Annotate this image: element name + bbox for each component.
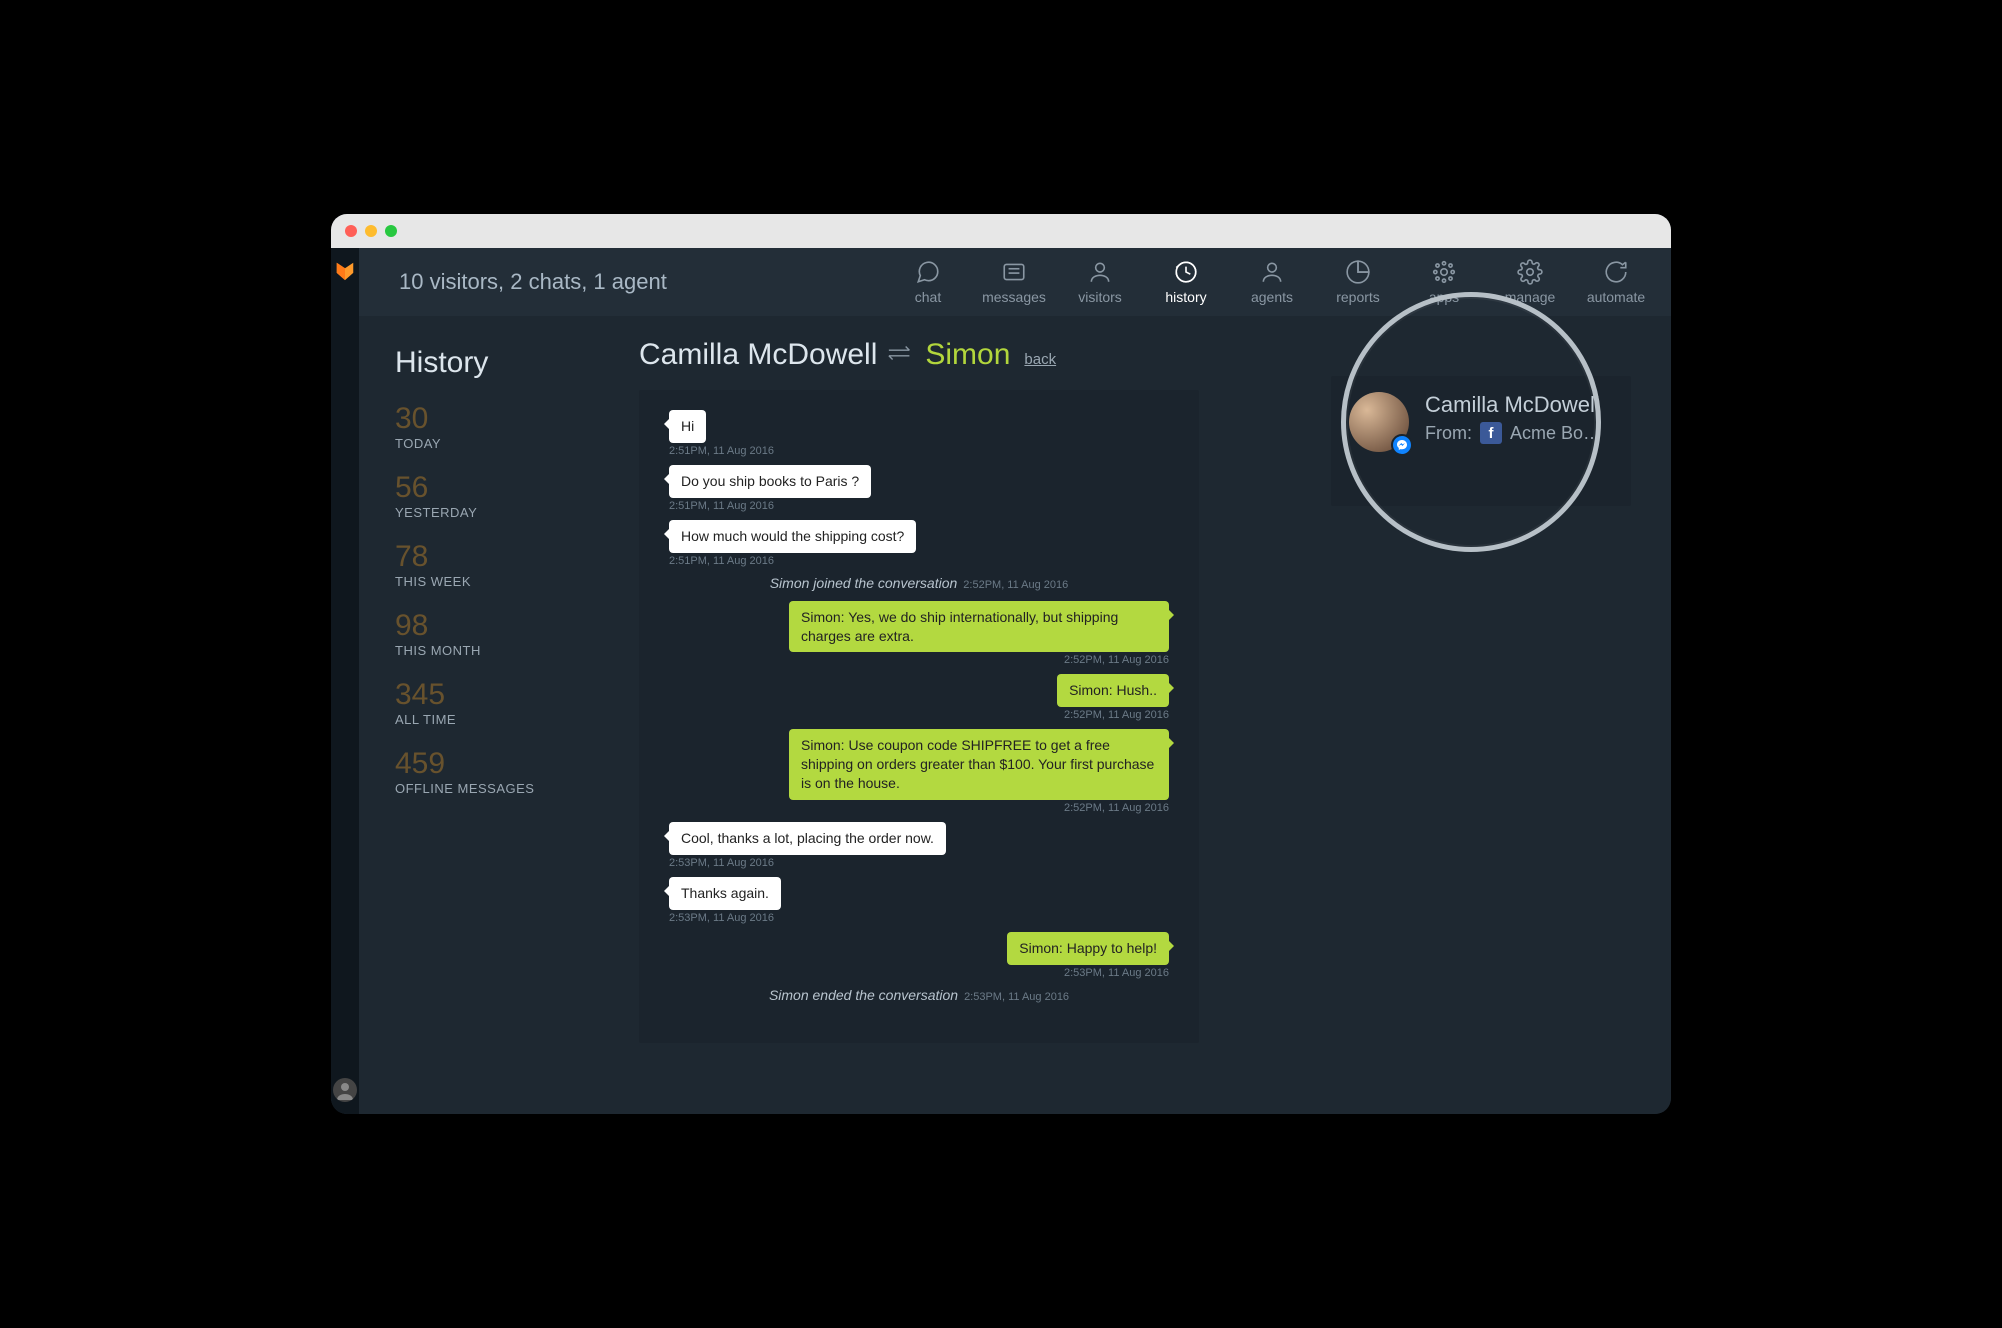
chat-icon bbox=[915, 259, 941, 285]
agent-message: Simon: Happy to help! 2:53PM, 11 Aug 2016 bbox=[669, 932, 1169, 979]
nav-label: automate bbox=[1587, 289, 1645, 305]
message-timestamp: 2:53PM, 11 Aug 2016 bbox=[669, 967, 1169, 979]
back-link[interactable]: back bbox=[1024, 351, 1056, 368]
message-bubble: Simon: Happy to help! bbox=[1007, 932, 1169, 965]
message-bubble: Simon: Yes, we do ship internationally, … bbox=[789, 601, 1169, 653]
stat-all-time[interactable]: 345 ALL TIME bbox=[395, 680, 609, 727]
stat-number: 459 bbox=[395, 749, 609, 779]
message-bubble: Simon: Use coupon code SHIPFREE to get a… bbox=[789, 729, 1169, 800]
swap-icon bbox=[887, 344, 915, 367]
stat-yesterday[interactable]: 56 YESTERDAY bbox=[395, 473, 609, 520]
facebook-icon: f bbox=[1480, 422, 1502, 444]
app-logo-icon[interactable] bbox=[334, 260, 356, 282]
nav-label: apps bbox=[1429, 289, 1459, 305]
nav-manage[interactable]: manage bbox=[1491, 259, 1569, 305]
history-icon bbox=[1173, 259, 1199, 285]
window-max-dot[interactable] bbox=[385, 225, 397, 237]
stat-label: TODAY bbox=[395, 436, 609, 451]
stat-number: 78 bbox=[395, 542, 609, 572]
nav-label: manage bbox=[1505, 289, 1556, 305]
stat-label: ALL TIME bbox=[395, 712, 609, 727]
visitor-card-source: Acme Book S… bbox=[1510, 423, 1610, 444]
visitor-message: Thanks again. 2:53PM, 11 Aug 2016 bbox=[669, 877, 1169, 924]
visitor-message: Hi 2:51PM, 11 Aug 2016 bbox=[669, 410, 1169, 457]
messenger-badge-icon bbox=[1391, 434, 1413, 456]
stat-number: 98 bbox=[395, 611, 609, 641]
message-timestamp: 2:53PM, 11 Aug 2016 bbox=[669, 857, 1169, 869]
visitor-message: How much would the shipping cost? 2:51PM,… bbox=[669, 520, 1169, 567]
stat-this-month[interactable]: 98 THIS MONTH bbox=[395, 611, 609, 658]
message-timestamp: 2:51PM, 11 Aug 2016 bbox=[669, 555, 1169, 567]
agent-message: Simon: Use coupon code SHIPFREE to get a… bbox=[669, 729, 1169, 814]
visitor-card[interactable]: Camilla McDowell From: f Acme Book S… bbox=[1331, 376, 1631, 506]
window-close-dot[interactable] bbox=[345, 225, 357, 237]
agents-icon bbox=[1259, 259, 1285, 285]
message-timestamp: 2:51PM, 11 Aug 2016 bbox=[669, 500, 1169, 512]
manage-icon bbox=[1517, 259, 1543, 285]
message-bubble: Simon: Hush.. bbox=[1057, 674, 1169, 707]
message-bubble: Do you ship books to Paris ? bbox=[669, 465, 871, 498]
topbar: 10 visitors, 2 chats, 1 agent chat messag… bbox=[359, 248, 1671, 316]
message-bubble: Cool, thanks a lot, placing the order no… bbox=[669, 822, 946, 855]
from-label: From: bbox=[1425, 423, 1472, 444]
nav-label: history bbox=[1165, 289, 1206, 305]
reports-icon bbox=[1345, 259, 1371, 285]
system-message: Simon ended the conversation2:53PM, 11 A… bbox=[669, 987, 1169, 1003]
conversation-header: Camilla McDowell Simon back bbox=[639, 338, 1641, 372]
left-rail bbox=[331, 248, 359, 1114]
stat-offline-messages[interactable]: 459 OFFLINE MESSAGES bbox=[395, 749, 609, 796]
nav-label: agents bbox=[1251, 289, 1293, 305]
message-timestamp: 2:53PM, 11 Aug 2016 bbox=[669, 912, 1169, 924]
visitor-stats: 10 visitors, 2 chats, 1 agent bbox=[399, 269, 667, 295]
nav-history[interactable]: history bbox=[1147, 259, 1225, 305]
message-timestamp: 2:52PM, 11 Aug 2016 bbox=[669, 654, 1169, 666]
nav-label: visitors bbox=[1078, 289, 1122, 305]
stat-label: OFFLINE MESSAGES bbox=[395, 781, 609, 796]
visitor-name: Camilla McDowell bbox=[639, 338, 877, 372]
page-title: History bbox=[395, 346, 609, 380]
automate-icon bbox=[1603, 259, 1629, 285]
nav-label: chat bbox=[915, 289, 941, 305]
nav-visitors[interactable]: visitors bbox=[1061, 259, 1139, 305]
visitor-avatar bbox=[1349, 392, 1409, 452]
stat-label: THIS MONTH bbox=[395, 643, 609, 658]
agent-name: Simon bbox=[925, 338, 1010, 372]
sidebar: History 30 TODAY 56 YESTERDAY 78 THIS WEEK 98 T… bbox=[359, 316, 609, 1114]
visitor-card-name: Camilla McDowell bbox=[1425, 392, 1610, 418]
chat-panel: Hi2:51PM, 11 Aug 2016Do you ship books t… bbox=[639, 390, 1199, 1043]
message-bubble: How much would the shipping cost? bbox=[669, 520, 916, 553]
stat-label: YESTERDAY bbox=[395, 505, 609, 520]
system-message: Simon joined the conversation2:52PM, 11 … bbox=[669, 575, 1169, 591]
messages-icon bbox=[1001, 259, 1027, 285]
nav-messages[interactable]: messages bbox=[975, 259, 1053, 305]
apps-icon bbox=[1431, 259, 1457, 285]
nav-apps[interactable]: apps bbox=[1405, 259, 1483, 305]
macos-titlebar bbox=[331, 214, 1671, 248]
user-avatar[interactable] bbox=[333, 1078, 357, 1102]
nav-automate[interactable]: automate bbox=[1577, 259, 1655, 305]
nav-label: reports bbox=[1336, 289, 1380, 305]
message-timestamp: 2:52PM, 11 Aug 2016 bbox=[669, 709, 1169, 721]
visitor-message: Do you ship books to Paris ? 2:51PM, 11 A… bbox=[669, 465, 1169, 512]
agent-message: Simon: Hush.. 2:52PM, 11 Aug 2016 bbox=[669, 674, 1169, 721]
message-timestamp: 2:52PM, 11 Aug 2016 bbox=[669, 802, 1169, 814]
window-min-dot[interactable] bbox=[365, 225, 377, 237]
stat-number: 30 bbox=[395, 404, 609, 434]
stat-number: 345 bbox=[395, 680, 609, 710]
message-bubble: Hi bbox=[669, 410, 706, 443]
visitors-icon bbox=[1087, 259, 1113, 285]
stat-label: THIS WEEK bbox=[395, 574, 609, 589]
message-timestamp: 2:51PM, 11 Aug 2016 bbox=[669, 445, 1169, 457]
nav-agents[interactable]: agents bbox=[1233, 259, 1311, 305]
nav-label: messages bbox=[982, 289, 1046, 305]
message-bubble: Thanks again. bbox=[669, 877, 781, 910]
visitor-message: Cool, thanks a lot, placing the order no… bbox=[669, 822, 1169, 869]
stat-this-week[interactable]: 78 THIS WEEK bbox=[395, 542, 609, 589]
agent-message: Simon: Yes, we do ship internationally, … bbox=[669, 601, 1169, 667]
nav-chat[interactable]: chat bbox=[889, 259, 967, 305]
nav-reports[interactable]: reports bbox=[1319, 259, 1397, 305]
stat-number: 56 bbox=[395, 473, 609, 503]
stat-today[interactable]: 30 TODAY bbox=[395, 404, 609, 451]
